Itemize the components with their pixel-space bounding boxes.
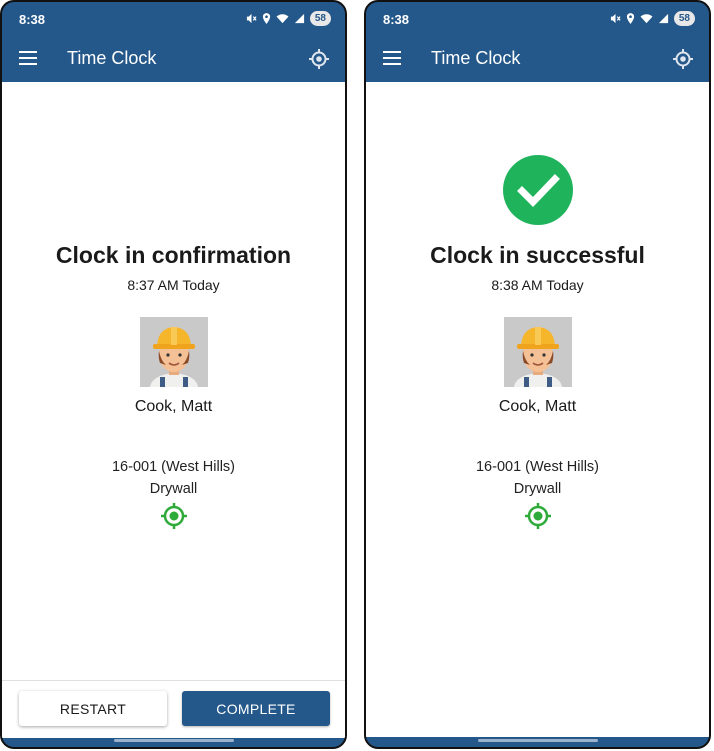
home-indicator[interactable] xyxy=(113,739,234,742)
main-content: Clock in confirmation 8:37 AM Today Cook… xyxy=(2,82,345,738)
page-title: Clock in confirmation xyxy=(55,242,292,268)
status-time: 8:38 xyxy=(383,12,410,27)
clock-timestamp: 8:38 AM Today xyxy=(491,277,584,293)
task-label: Drywall xyxy=(513,481,562,497)
status-time: 8:38 xyxy=(19,12,46,27)
signal-icon xyxy=(658,13,668,24)
status-icons: 58 xyxy=(610,11,695,26)
clock-timestamp: 8:37 AM Today xyxy=(127,277,220,293)
app-bar: Time Clock xyxy=(366,36,709,82)
hamburger-menu-icon[interactable] xyxy=(18,49,38,67)
employee-name: Cook, Matt xyxy=(134,398,213,415)
task-label: Drywall xyxy=(149,481,198,497)
construction-worker-avatar xyxy=(139,317,208,387)
signal-icon xyxy=(294,13,304,24)
check-circle-icon xyxy=(502,155,573,225)
restart-button[interactable]: RESTART xyxy=(19,691,167,726)
wifi-icon xyxy=(640,14,653,24)
phone-screen-confirmation: 8:38 58 Time Clock Clock in confirmation… xyxy=(0,0,347,749)
status-bar: 8:38 58 xyxy=(2,2,345,36)
construction-worker-avatar xyxy=(503,317,572,387)
job-label: 16-001 (West Hills) xyxy=(475,459,600,475)
avatar xyxy=(503,317,572,387)
action-bar: RESTART COMPLETE xyxy=(2,680,345,738)
battery-badge: 58 xyxy=(309,11,331,26)
hamburger-menu-icon[interactable] xyxy=(382,49,402,67)
home-indicator[interactable] xyxy=(477,739,598,742)
geofence-target-icon xyxy=(160,503,187,529)
status-icons: 58 xyxy=(246,11,331,26)
mute-icon xyxy=(246,13,257,24)
location-pin-icon xyxy=(262,13,270,24)
geofence-target-icon xyxy=(524,503,551,529)
phone-screen-success: 8:38 58 Time Clock Clock in successful 8… xyxy=(364,0,711,749)
battery-badge: 58 xyxy=(673,11,695,26)
employee-name: Cook, Matt xyxy=(498,398,577,415)
location-pin-icon xyxy=(626,13,634,24)
complete-button[interactable]: COMPLETE xyxy=(182,691,330,726)
avatar xyxy=(139,317,208,387)
app-title: Time Clock xyxy=(67,48,157,68)
wifi-icon xyxy=(276,14,289,24)
page-title: Clock in successful xyxy=(430,242,645,268)
main-content: Clock in successful 8:38 AM Today Cook, … xyxy=(366,82,709,737)
app-bar: Time Clock xyxy=(2,36,345,82)
mute-icon xyxy=(610,13,621,24)
crosshair-location-icon[interactable] xyxy=(308,48,330,70)
app-title: Time Clock xyxy=(431,48,521,68)
crosshair-location-icon[interactable] xyxy=(672,48,694,70)
job-label: 16-001 (West Hills) xyxy=(111,459,236,475)
status-bar: 8:38 58 xyxy=(366,2,709,36)
